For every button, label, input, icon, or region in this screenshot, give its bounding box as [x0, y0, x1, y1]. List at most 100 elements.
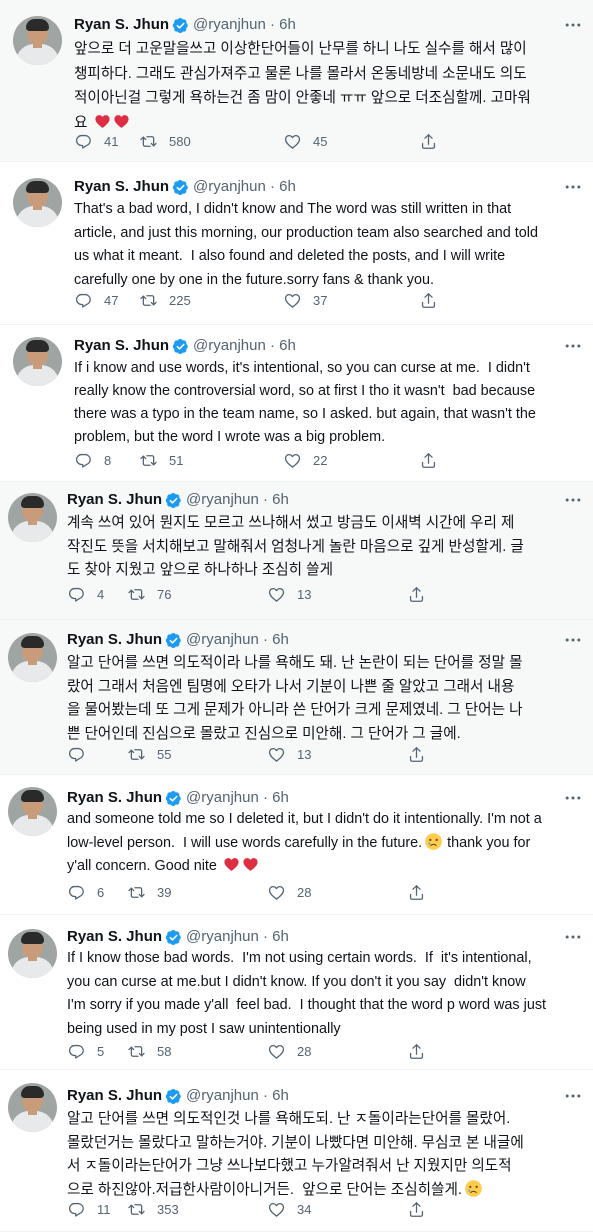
tweet-header: Ryan S. Jhun @ryanjhun · 6h — [74, 335, 296, 357]
share-button[interactable] — [407, 882, 426, 902]
share-button[interactable] — [407, 584, 426, 604]
share-button[interactable] — [407, 1041, 426, 1061]
reply-icon — [76, 293, 91, 308]
reply-button[interactable]: 11 — [67, 1199, 111, 1219]
tweet-text: 알고 단어를 쓰면 의도적이라 나를 욕해도 돼. 난 논란이 되는 단어를 정… — [67, 652, 523, 746]
more-options-button[interactable] — [563, 177, 583, 197]
tweet-text-segment: you can curse at me.but I didn't know. I… — [67, 973, 526, 990]
like-button[interactable]: 13 — [267, 744, 311, 764]
more-options-button[interactable] — [563, 1086, 583, 1106]
like-button[interactable]: 34 — [267, 1199, 311, 1219]
tweet-text: 앞으로 더 고운말을쓰고 이상한단어들이 난무를 하니 나도 실수를 해서 많이… — [74, 37, 531, 135]
share-button[interactable] — [419, 290, 438, 310]
like-button[interactable]: 37 — [283, 290, 327, 310]
retweet-button[interactable]: 51 — [139, 450, 183, 470]
timestamp[interactable]: 6h — [272, 1086, 289, 1106]
retweet-button[interactable]: 39 — [127, 882, 171, 902]
like-button[interactable]: 28 — [267, 882, 311, 902]
retweet-button[interactable]: 580 — [139, 131, 191, 151]
reply-button[interactable]: 5 — [67, 1041, 104, 1061]
retweet-button[interactable]: 353 — [127, 1199, 179, 1219]
display-name[interactable]: Ryan S. Jhun — [74, 15, 169, 35]
avatar[interactable] — [8, 1083, 57, 1132]
more-options-button[interactable] — [563, 15, 583, 35]
avatar[interactable] — [8, 787, 57, 836]
replies-count: 8 — [104, 452, 112, 468]
tweet-text-segment: 앞으로 더 고운말을쓰고 이상한단어들이 난무를 하니 나도 실수를 해서 많이 — [74, 41, 527, 57]
like-button[interactable]: 22 — [283, 450, 327, 470]
display-name[interactable]: Ryan S. Jhun — [67, 1086, 162, 1106]
like-button[interactable]: 45 — [283, 131, 327, 151]
share-button[interactable] — [419, 131, 438, 151]
share-button[interactable] — [419, 450, 438, 470]
user-handle[interactable]: @ryanjhun — [186, 630, 259, 650]
display-name[interactable]: Ryan S. Jhun — [74, 336, 169, 356]
timestamp[interactable]: 6h — [272, 788, 289, 808]
reply-button[interactable]: 41 — [74, 131, 118, 151]
tweet[interactable]: Ryan S. Jhun @ryanjhun · 6h and someone to… — [0, 775, 593, 915]
display-name[interactable]: Ryan S. Jhun — [67, 490, 162, 510]
user-handle[interactable]: @ryanjhun — [186, 788, 259, 808]
retweet-button[interactable]: 58 — [127, 1041, 171, 1061]
tweet-text-line: 알고 단어를 쓰면 의도적인것 나를 욕해도되. 난 ㅈ돌이라는단어를 몰랐어. — [67, 1108, 524, 1132]
display-name[interactable]: Ryan S. Jhun — [67, 927, 162, 947]
like-button[interactable]: 28 — [267, 1041, 311, 1061]
timestamp[interactable]: 6h — [279, 336, 296, 356]
user-handle[interactable]: @ryanjhun — [186, 1086, 259, 1106]
tweet[interactable]: Ryan S. Jhun @ryanjhun · 6h 알고 단어를 쓰면 의도적이… — [0, 620, 593, 775]
user-handle[interactable]: @ryanjhun — [186, 927, 259, 947]
retweet-icon — [128, 588, 145, 600]
more-options-button[interactable] — [563, 927, 583, 947]
more-options-button[interactable] — [563, 490, 583, 510]
tweet[interactable]: Ryan S. Jhun @ryanjhun · 6h 계속 쓰여 있어 뭔지도 모… — [0, 482, 593, 620]
reply-button[interactable]: 6 — [67, 882, 104, 902]
avatar[interactable] — [8, 633, 57, 682]
display-name[interactable]: Ryan S. Jhun — [67, 788, 162, 808]
tweet-text-segment: low-level person. I will use words caref… — [67, 834, 423, 851]
tweet[interactable]: Ryan S. Jhun @ryanjhun · 6h 알고 단어를 쓰면 의도적인… — [0, 1070, 593, 1232]
reply-button[interactable]: 8 — [74, 450, 111, 470]
timestamp[interactable]: 6h — [279, 177, 296, 197]
tweet-text-segment: thank you for — [443, 834, 531, 851]
user-handle[interactable]: @ryanjhun — [186, 490, 259, 510]
more-options-button[interactable] — [563, 788, 583, 808]
reply-button[interactable]: 47 — [74, 290, 118, 310]
avatar[interactable] — [13, 337, 62, 386]
tweet-header: Ryan S. Jhun @ryanjhun · 6h — [74, 14, 296, 36]
tweet[interactable]: Ryan S. Jhun @ryanjhun · 6h If I know thos… — [0, 915, 593, 1070]
user-handle[interactable]: @ryanjhun — [193, 336, 266, 356]
reply-button[interactable]: 4 — [67, 584, 104, 604]
display-name[interactable]: Ryan S. Jhun — [67, 630, 162, 650]
reply-icon — [69, 587, 84, 602]
like-button[interactable]: 13 — [267, 584, 311, 604]
tweet-text-line: being used in my post I saw unintentiona… — [67, 1018, 546, 1042]
retweet-button[interactable]: 55 — [127, 744, 171, 764]
avatar[interactable] — [8, 929, 57, 978]
retweet-button[interactable]: 225 — [139, 290, 191, 310]
retweet-button[interactable]: 76 — [127, 584, 171, 604]
reply-icon — [69, 1044, 84, 1059]
more-options-button[interactable] — [563, 336, 583, 356]
display-name[interactable]: Ryan S. Jhun — [74, 177, 169, 197]
share-button[interactable] — [407, 1199, 426, 1219]
user-handle[interactable]: @ryanjhun — [193, 15, 266, 35]
avatar[interactable] — [13, 16, 62, 65]
tweet-actions: 5 58 28 — [67, 1041, 497, 1061]
timestamp[interactable]: 6h — [272, 490, 289, 510]
more-icon — [565, 638, 581, 642]
tweet[interactable]: Ryan S. Jhun @ryanjhun · 6h That's a bad w… — [0, 162, 593, 325]
tweet[interactable]: Ryan S. Jhun @ryanjhun · 6h If i know and … — [0, 325, 593, 482]
verified-badge-icon — [172, 179, 188, 195]
avatar[interactable] — [13, 178, 62, 227]
timestamp[interactable]: 6h — [272, 927, 289, 947]
timestamp[interactable]: 6h — [272, 630, 289, 650]
more-options-button[interactable] — [563, 630, 583, 650]
user-handle[interactable]: @ryanjhun — [193, 177, 266, 197]
reply-button[interactable] — [67, 744, 97, 764]
retweet-icon — [140, 454, 157, 466]
timestamp[interactable]: 6h — [279, 15, 296, 35]
avatar[interactable] — [8, 493, 57, 542]
share-button[interactable] — [407, 744, 426, 764]
tweet-text-line: If I know those bad words. I'm not using… — [67, 947, 546, 971]
tweet[interactable]: Ryan S. Jhun @ryanjhun · 6h 앞으로 더 고운말을쓰고 이… — [0, 0, 593, 162]
